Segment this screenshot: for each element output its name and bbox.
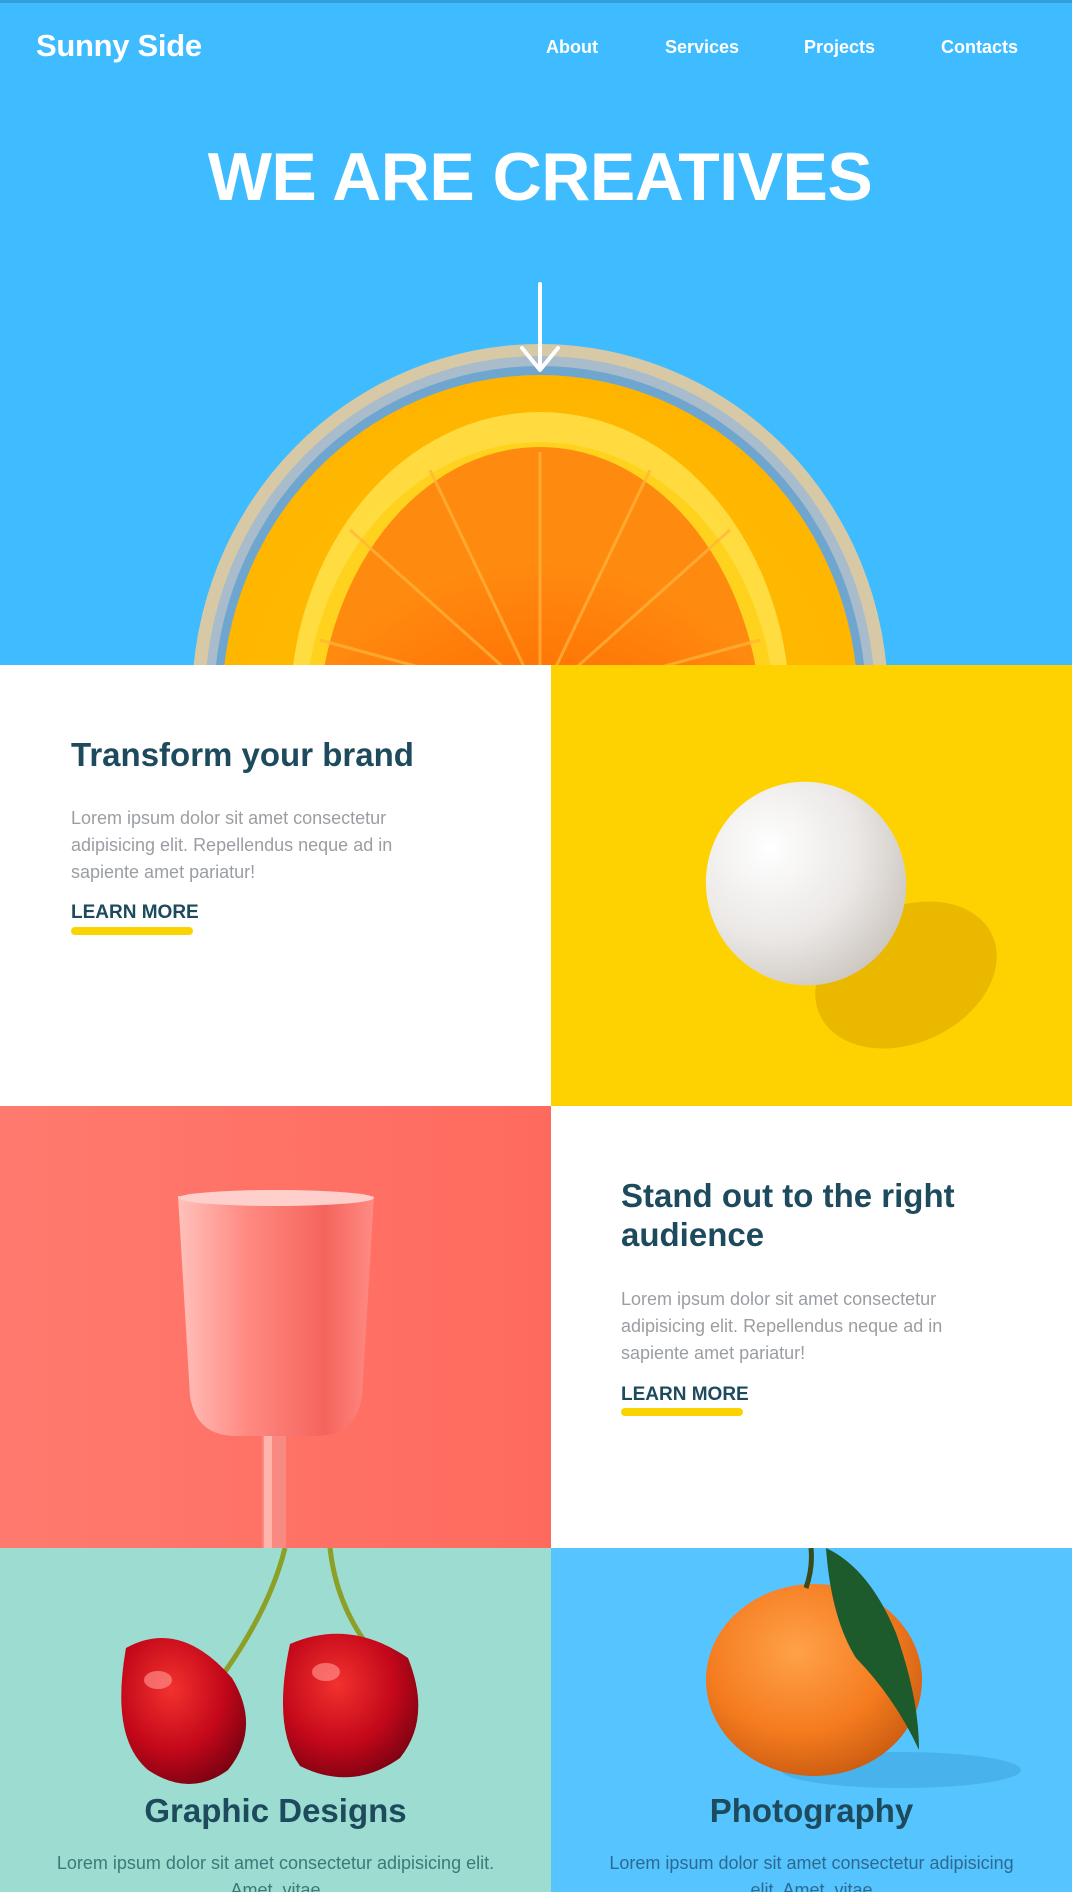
nav-projects-link[interactable]: Projects: [804, 37, 875, 58]
orange-fruit-image: [706, 1548, 1021, 1788]
stand-out-learn-more-link[interactable]: LEARN MORE: [621, 1384, 749, 1406]
top-edge-line: [0, 0, 1072, 3]
photography-title: Photography: [709, 1792, 914, 1829]
nav-about-link[interactable]: About: [546, 37, 598, 58]
transform-heading: Transform your brand: [71, 736, 414, 773]
nav-contacts-link[interactable]: Contacts: [941, 37, 1018, 58]
stand-out-body-text: Lorem ipsum dolor sit amet consectetur a…: [621, 1289, 943, 1363]
glass-image: [0, 1106, 551, 1548]
stand-out-heading: Stand out to the right audience: [621, 1177, 955, 1253]
photography-tile: Photography Lorem ipsum dolor sit amet c…: [551, 1548, 1072, 1892]
nav-services-link[interactable]: Services: [665, 37, 739, 58]
transform-learn-more-link[interactable]: LEARN MORE: [71, 902, 199, 924]
cherries-image: [121, 1548, 419, 1784]
egg-image: [551, 665, 1072, 1106]
hero-section: Sunny Side About Services Projects Conta…: [0, 0, 1072, 665]
learn-more-underline: [621, 1408, 743, 1416]
photography-text: Lorem ipsum dolor sit amet consectetur a…: [609, 1853, 1014, 1892]
graphic-designs-tile: Graphic Designs Lorem ipsum dolor sit am…: [0, 1548, 551, 1892]
graphic-designs-text: Lorem ipsum dolor sit amet consectetur a…: [56, 1853, 495, 1892]
main-nav: About Services Projects Contacts: [0, 37, 1072, 61]
arrow-down-icon[interactable]: [520, 282, 560, 374]
stand-out-section: Stand out to the right audience Lorem ip…: [551, 1106, 1072, 1548]
graphic-designs-title: Graphic Designs: [144, 1792, 407, 1829]
transform-body-text: Lorem ipsum dolor sit amet consectetur a…: [71, 808, 393, 882]
hero-title: WE ARE CREATIVES: [207, 139, 873, 215]
transform-brand-section: Transform your brand Lorem ipsum dolor s…: [0, 665, 551, 1106]
learn-more-underline: [71, 927, 193, 935]
